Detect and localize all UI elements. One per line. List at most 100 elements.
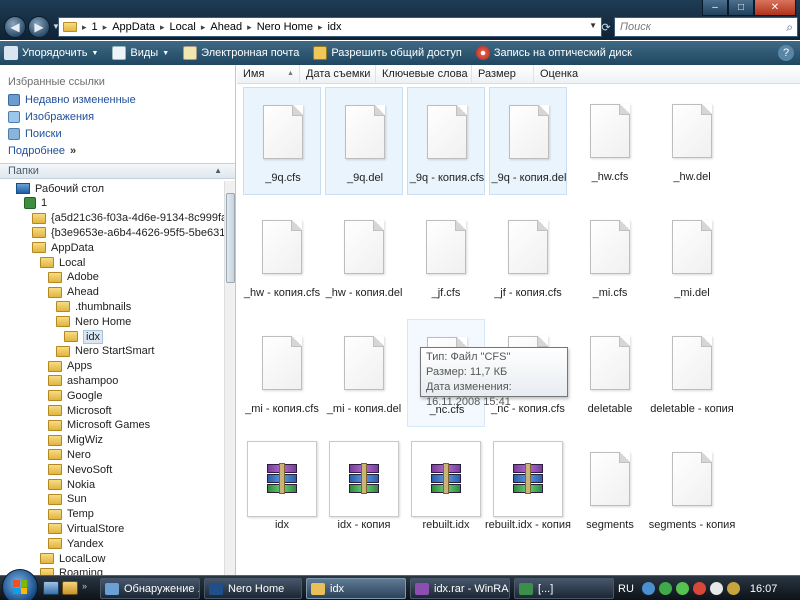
antivirus-icon[interactable] bbox=[692, 582, 706, 595]
breadcrumb-item[interactable]: Local bbox=[166, 21, 200, 33]
favorite-more-link[interactable]: Подробнее » bbox=[8, 145, 76, 157]
clock[interactable]: 16:07 bbox=[750, 583, 778, 595]
file-item[interactable]: _mi.del bbox=[653, 203, 731, 311]
tree-item[interactable]: Nokia bbox=[48, 477, 95, 492]
file-item[interactable]: deletable - копия bbox=[650, 319, 734, 427]
tree-item[interactable]: Temp bbox=[48, 507, 94, 522]
quick-launch-icon[interactable] bbox=[62, 581, 78, 595]
favorite-recent[interactable]: Недавно измененные bbox=[8, 94, 136, 106]
back-button[interactable]: ◀ bbox=[4, 16, 26, 38]
share-button[interactable]: Разрешить общий доступ bbox=[313, 46, 462, 60]
volume-icon[interactable] bbox=[709, 582, 723, 595]
quick-launch-more-icon[interactable]: » bbox=[82, 581, 87, 591]
tree-item[interactable]: NevoSoft bbox=[48, 462, 112, 477]
tree-item[interactable]: VirtualStore bbox=[48, 521, 124, 536]
address-field[interactable]: ▸ 1 ▸ AppData ▸ Local ▸ Ahead ▸ Nero Home ▸ idx ▼ bbox=[58, 17, 602, 37]
taskbar-button[interactable]: [...] bbox=[514, 578, 614, 599]
address-dropdown-icon[interactable]: ▼ bbox=[589, 21, 597, 30]
close-button[interactable]: ✕ bbox=[754, 0, 796, 16]
file-item[interactable]: _hw - копия.del bbox=[325, 203, 403, 311]
tree-scrollbar[interactable] bbox=[224, 181, 235, 575]
file-item[interactable]: idx bbox=[243, 435, 321, 543]
organize-button[interactable]: Упорядочить ▼ bbox=[4, 46, 98, 60]
search-icon[interactable]: ⌕ bbox=[786, 20, 793, 35]
favorite-pictures[interactable]: Изображения bbox=[8, 111, 94, 123]
breadcrumb-item[interactable]: 1 bbox=[88, 21, 102, 33]
column-keywords[interactable]: Ключевые слова bbox=[376, 65, 472, 84]
tree-item[interactable]: Apps bbox=[48, 359, 92, 374]
favorite-searches[interactable]: Поиски bbox=[8, 128, 62, 140]
tree-item[interactable]: Sun bbox=[48, 492, 87, 507]
file-item[interactable]: _hw.del bbox=[653, 87, 731, 195]
tree-item[interactable]: .thumbnails bbox=[56, 299, 131, 314]
help-icon[interactable]: ? bbox=[778, 45, 794, 61]
start-button[interactable] bbox=[2, 569, 38, 600]
file-item[interactable]: _hw - копия.cfs bbox=[243, 203, 321, 311]
column-rating[interactable]: Оценка bbox=[534, 65, 594, 84]
network-icon[interactable] bbox=[658, 582, 672, 595]
taskbar-button[interactable]: Nero Home bbox=[204, 578, 302, 599]
forward-button[interactable]: ▶ bbox=[28, 16, 50, 38]
file-item[interactable]: rebuilt.idx bbox=[407, 435, 485, 543]
refresh-icon[interactable]: ⟳ bbox=[600, 17, 612, 37]
tray-arrow-icon[interactable] bbox=[641, 582, 655, 595]
file-item[interactable]: _mi - копия.del bbox=[325, 319, 403, 427]
app-tray-icon[interactable] bbox=[726, 582, 740, 595]
file-item[interactable]: _mi - копия.cfs bbox=[243, 319, 321, 427]
tree-item[interactable]: Adobe bbox=[48, 270, 99, 285]
tree-item[interactable]: LocalLow bbox=[40, 551, 105, 566]
taskbar-button[interactable]: Обнаружение ... bbox=[100, 578, 200, 599]
file-item[interactable]: _mi.cfs bbox=[571, 203, 649, 311]
icq-icon[interactable] bbox=[675, 582, 689, 595]
tree-item[interactable]: AppData bbox=[32, 240, 94, 255]
tree-item[interactable]: MigWiz bbox=[48, 433, 103, 448]
file-item[interactable]: segments - копия bbox=[649, 435, 735, 543]
tree-scrollbar-thumb[interactable] bbox=[226, 193, 235, 283]
tree-item[interactable]: ashampoo bbox=[48, 373, 118, 388]
file-item[interactable]: _9q - копия.cfs bbox=[407, 87, 485, 195]
file-item[interactable]: _9q.del bbox=[325, 87, 403, 195]
tree-item[interactable]: 1 bbox=[24, 196, 47, 211]
tree-item[interactable]: Рабочий стол bbox=[16, 181, 104, 196]
maximize-button[interactable]: □ bbox=[728, 0, 754, 16]
tree-item[interactable]: Yandex bbox=[48, 536, 104, 551]
burn-button[interactable]: Запись на оптический диск bbox=[475, 46, 632, 60]
file-item[interactable]: idx - копия bbox=[325, 435, 403, 543]
file-item[interactable]: _9q.cfs bbox=[243, 87, 321, 195]
column-name[interactable]: Имя ▲ bbox=[237, 65, 300, 84]
tree-item[interactable]: idx bbox=[64, 329, 104, 344]
search-input[interactable]: Поиск ⌕ bbox=[614, 17, 798, 37]
file-item[interactable]: segments bbox=[571, 435, 649, 543]
tree-item[interactable]: {a5d21c36-f03a-4d6e-9134-8c999fa354fb} bbox=[32, 211, 224, 226]
tree-item[interactable]: Nero Home bbox=[56, 314, 131, 329]
tree-item[interactable]: Google bbox=[48, 388, 102, 403]
file-item[interactable]: rebuilt.idx - копия bbox=[485, 435, 571, 543]
views-button[interactable]: Виды ▼ bbox=[112, 46, 169, 60]
breadcrumb-item[interactable]: AppData bbox=[108, 21, 159, 33]
file-item[interactable]: _jf - копия.cfs bbox=[489, 203, 567, 311]
show-desktop-icon[interactable] bbox=[43, 581, 59, 595]
column-size[interactable]: Размер bbox=[472, 65, 534, 84]
minimize-button[interactable]: – bbox=[702, 0, 728, 16]
taskbar-button[interactable]: idx.rar - WinRA... bbox=[410, 578, 510, 599]
tree-item[interactable]: Roaming bbox=[40, 566, 103, 575]
tree-item[interactable]: Nero StartSmart bbox=[56, 344, 154, 359]
email-button[interactable]: Электронная почта bbox=[183, 46, 299, 60]
tree-item[interactable]: Microsoft Games bbox=[48, 418, 150, 433]
file-item[interactable]: _jf.cfs bbox=[407, 203, 485, 311]
language-indicator[interactable]: RU bbox=[618, 583, 634, 595]
tree-item[interactable]: Nero bbox=[48, 447, 91, 462]
folders-header[interactable]: Папки ▲ bbox=[0, 163, 235, 179]
tree-item[interactable]: Ahead bbox=[48, 285, 99, 300]
column-date-taken[interactable]: Дата съемки bbox=[300, 65, 376, 84]
breadcrumb-item[interactable]: Nero Home bbox=[253, 21, 317, 33]
tree-item[interactable]: Local bbox=[40, 255, 85, 270]
tree-item[interactable]: Microsoft bbox=[48, 403, 112, 418]
taskbar-button[interactable]: idx bbox=[306, 578, 406, 599]
tree-item[interactable]: {b3e9653e-a6b4-4626-95f5-5be631045f90} bbox=[32, 225, 224, 240]
file-item[interactable]: _hw.cfs bbox=[571, 87, 649, 195]
breadcrumb-item[interactable]: Ahead bbox=[206, 21, 246, 33]
breadcrumb-item[interactable]: idx bbox=[323, 21, 345, 33]
file-item[interactable]: _9q - копия.del bbox=[489, 87, 567, 195]
file-item[interactable]: deletable bbox=[571, 319, 649, 427]
